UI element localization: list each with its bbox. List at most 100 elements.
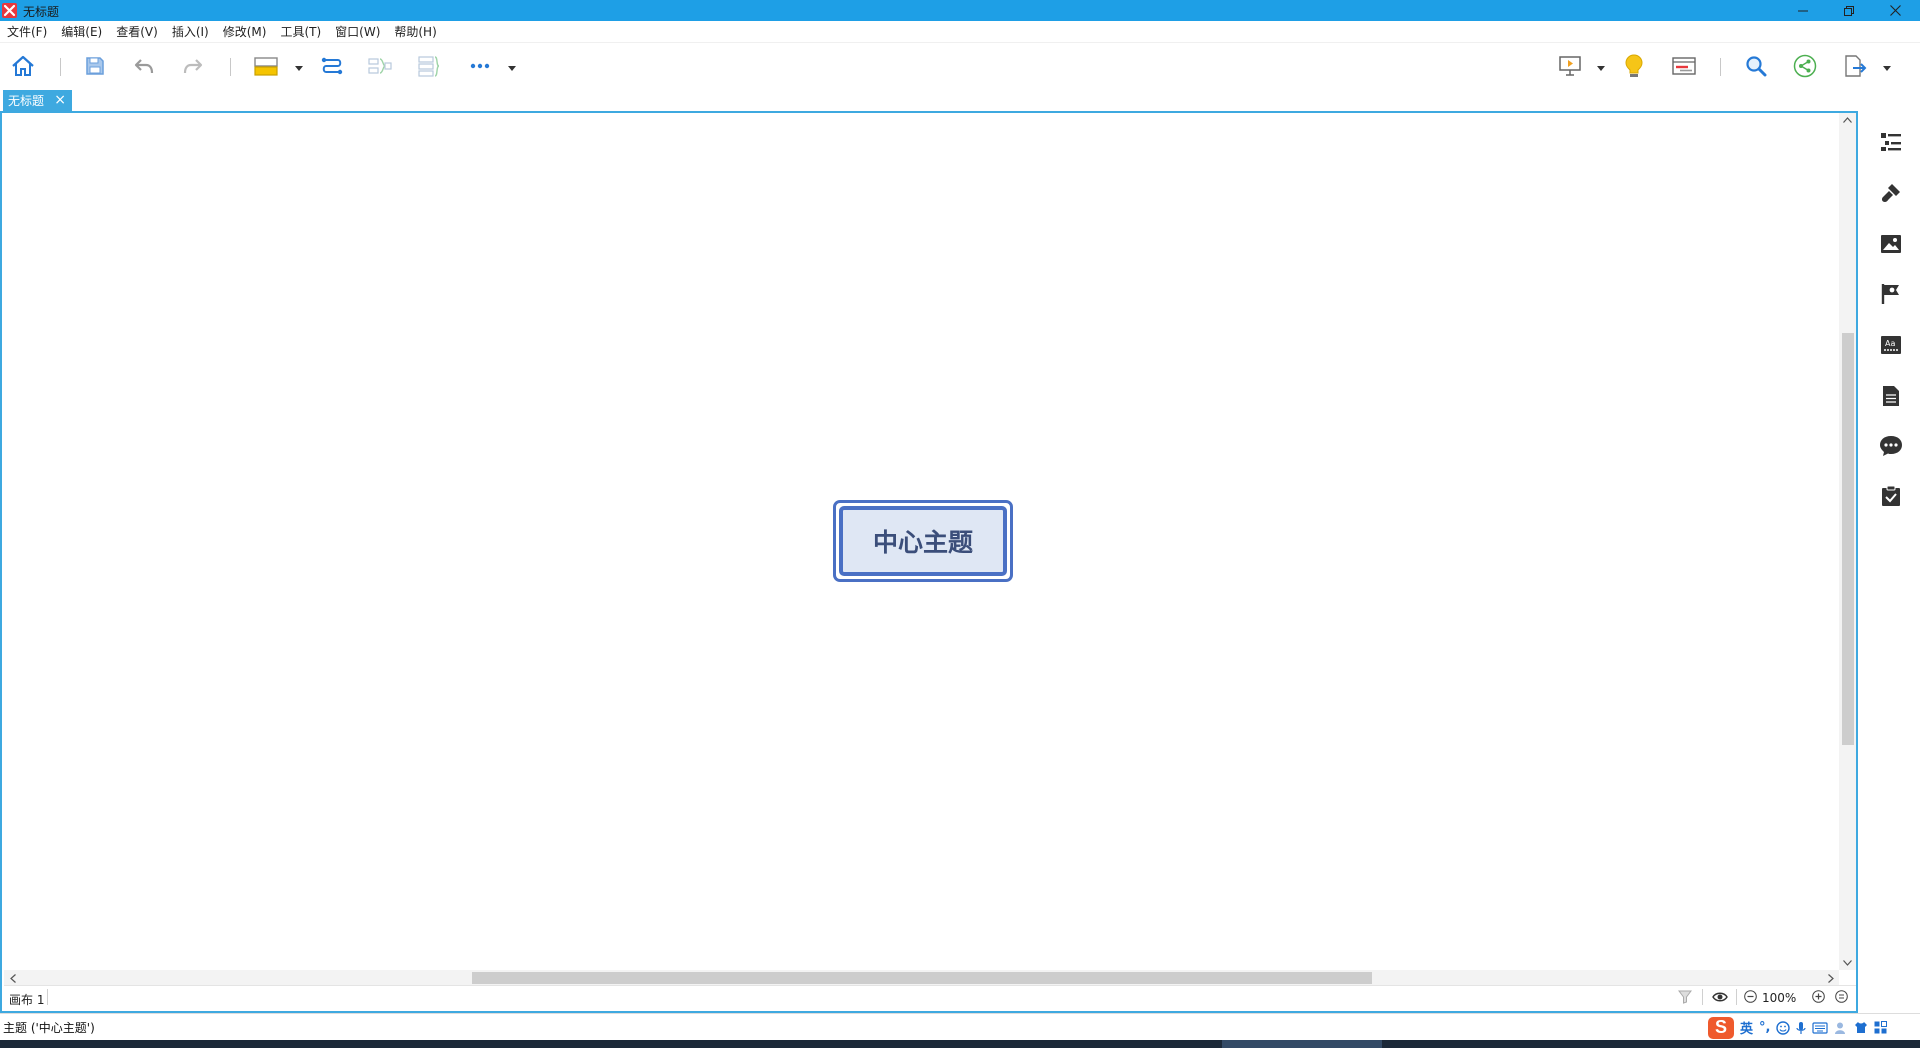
vertical-scrollbar[interactable] bbox=[1839, 113, 1856, 970]
menu-tools[interactable]: 工具(T) bbox=[280, 23, 321, 40]
horizontal-scrollbar[interactable] bbox=[4, 970, 1839, 985]
window-title: 无标题 bbox=[23, 5, 60, 19]
fit-button[interactable] bbox=[1832, 989, 1850, 1007]
scroll-left-icon[interactable] bbox=[4, 971, 21, 985]
menu-edit[interactable]: 编辑(E) bbox=[61, 23, 102, 40]
presentation-button[interactable] bbox=[1556, 52, 1584, 80]
image-panel-button[interactable] bbox=[1879, 233, 1903, 257]
sheet-tab[interactable]: 画布 1 bbox=[9, 991, 44, 1008]
toolbox-icon[interactable] bbox=[1874, 1021, 1888, 1034]
menu-help[interactable]: 帮助(H) bbox=[394, 23, 436, 40]
horizontal-scroll-thumb[interactable] bbox=[472, 972, 1372, 984]
search-icon bbox=[1745, 55, 1767, 77]
zoom-out-button[interactable] bbox=[1741, 989, 1759, 1007]
redo-button[interactable] bbox=[179, 52, 207, 80]
status-bar: 主题 ('中心主题') S 英 °, bbox=[0, 1013, 1920, 1040]
tab-strip: 无标题 × bbox=[0, 88, 1920, 112]
ime-punctuation[interactable]: °, bbox=[1759, 1020, 1770, 1035]
gantt-button[interactable] bbox=[1670, 52, 1698, 80]
minimize-icon bbox=[1798, 6, 1808, 16]
redo-icon bbox=[183, 57, 203, 75]
caret-down-icon bbox=[295, 60, 303, 74]
scroll-right-icon[interactable] bbox=[1822, 971, 1839, 985]
scroll-up-icon[interactable] bbox=[1839, 113, 1856, 127]
more-dropdown[interactable] bbox=[507, 63, 517, 71]
microphone-icon[interactable] bbox=[1796, 1021, 1807, 1035]
mind-map-canvas[interactable]: 中心主题 bbox=[4, 113, 1839, 970]
home-icon bbox=[11, 55, 35, 77]
central-topic-label: 中心主题 bbox=[839, 506, 1007, 576]
save-button[interactable] bbox=[81, 52, 109, 80]
close-icon bbox=[1889, 5, 1901, 16]
menu-bar: 文件(F) 编辑(E) 查看(V) 插入(I) 修改(M) 工具(T) 窗口(W… bbox=[0, 21, 1920, 42]
title-bar: 无标题 bbox=[0, 0, 1920, 21]
minimize-button[interactable] bbox=[1780, 0, 1826, 21]
undo-icon bbox=[134, 57, 154, 75]
text-style-panel-button[interactable]: Aa bbox=[1879, 334, 1903, 358]
outline-icon bbox=[1880, 132, 1902, 155]
insert-topic-button[interactable] bbox=[252, 52, 280, 80]
more-button[interactable] bbox=[466, 52, 494, 80]
boundary-icon bbox=[417, 55, 441, 77]
skin-icon[interactable] bbox=[1854, 1021, 1868, 1034]
filter-button[interactable] bbox=[1676, 989, 1694, 1007]
save-icon bbox=[85, 56, 105, 76]
menu-insert[interactable]: 插入(I) bbox=[172, 23, 209, 40]
more-icon bbox=[470, 63, 490, 69]
image-icon bbox=[1880, 234, 1902, 257]
scroll-down-icon[interactable] bbox=[1839, 956, 1856, 970]
app-logo-icon bbox=[2, 3, 17, 18]
marker-icon bbox=[1881, 283, 1901, 308]
brainstorm-button[interactable] bbox=[1620, 52, 1648, 80]
undo-button[interactable] bbox=[130, 52, 158, 80]
boundary-button[interactable] bbox=[415, 52, 443, 80]
comment-panel-button[interactable] bbox=[1879, 435, 1903, 459]
gantt-icon bbox=[1672, 56, 1696, 76]
format-panel-button[interactable] bbox=[1879, 182, 1903, 206]
caret-down-icon bbox=[1597, 60, 1605, 74]
close-button[interactable] bbox=[1872, 0, 1918, 21]
keyboard-icon[interactable] bbox=[1812, 1021, 1829, 1034]
restore-button[interactable] bbox=[1826, 0, 1872, 21]
menu-view[interactable]: 查看(V) bbox=[116, 23, 158, 40]
toolbar-separator bbox=[1720, 58, 1721, 76]
tab-close-icon[interactable]: × bbox=[54, 92, 66, 108]
sheet-bar: 画布 1 100% bbox=[4, 985, 1856, 1009]
task-panel-button[interactable] bbox=[1879, 485, 1903, 509]
sogou-logo-icon[interactable]: S bbox=[1708, 1016, 1734, 1039]
view-button[interactable] bbox=[1711, 989, 1729, 1007]
sheet-separator bbox=[47, 989, 48, 1005]
menu-window[interactable]: 窗口(W) bbox=[335, 23, 380, 40]
home-button[interactable] bbox=[9, 52, 37, 80]
summary-button[interactable] bbox=[366, 52, 394, 80]
menu-modify[interactable]: 修改(M) bbox=[223, 23, 267, 40]
user-icon[interactable] bbox=[1834, 1021, 1848, 1035]
search-button[interactable] bbox=[1742, 52, 1770, 80]
app-window: 无标题 文件(F) 编辑(E) 查看(V) 插入(I) 修改(M) 工具(T) … bbox=[0, 0, 1920, 1048]
emoji-icon[interactable] bbox=[1776, 1020, 1791, 1035]
taskbar-active-item[interactable] bbox=[1222, 1040, 1382, 1048]
vertical-scroll-thumb[interactable] bbox=[1842, 333, 1854, 745]
text-style-icon: Aa bbox=[1880, 335, 1902, 358]
notes-icon bbox=[1882, 385, 1900, 410]
share-button[interactable] bbox=[1791, 52, 1819, 80]
restore-icon bbox=[1844, 5, 1854, 16]
topic-dropdown[interactable] bbox=[294, 63, 304, 71]
toolbar bbox=[0, 42, 1920, 88]
outline-panel-button[interactable] bbox=[1879, 131, 1903, 155]
marker-panel-button[interactable] bbox=[1879, 283, 1903, 307]
share-icon bbox=[1793, 54, 1817, 78]
presentation-dropdown[interactable] bbox=[1596, 63, 1606, 71]
export-dropdown[interactable] bbox=[1882, 63, 1892, 71]
right-panel-bar: Aa bbox=[1858, 111, 1920, 1013]
tab-untitled[interactable]: 无标题 × bbox=[3, 90, 72, 111]
export-button[interactable] bbox=[1841, 52, 1869, 80]
relationship-button[interactable] bbox=[318, 52, 346, 80]
editor-frame: 中心主题 画布 1 100% bbox=[0, 111, 1858, 1013]
central-topic[interactable]: 中心主题 bbox=[833, 500, 1013, 582]
notes-panel-button[interactable] bbox=[1879, 385, 1903, 409]
toolbar-separator bbox=[60, 58, 61, 76]
menu-file[interactable]: 文件(F) bbox=[7, 23, 47, 40]
ime-language[interactable]: 英 bbox=[1740, 1018, 1753, 1037]
zoom-in-button[interactable] bbox=[1809, 989, 1827, 1007]
